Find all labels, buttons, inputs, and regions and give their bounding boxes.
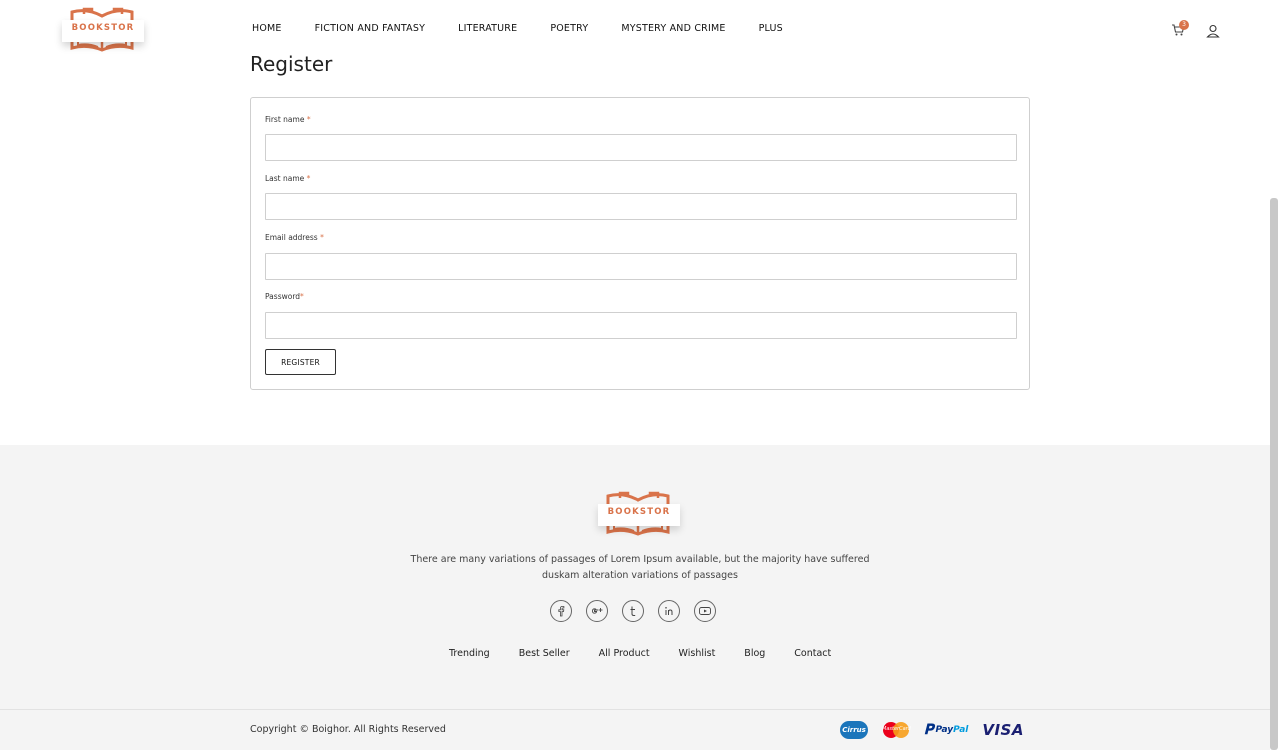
user-icon — [1206, 24, 1220, 38]
email-label: Email address * — [265, 233, 324, 242]
password-label: Password* — [265, 292, 304, 301]
required-mark: * — [306, 174, 311, 183]
youtube-link[interactable] — [694, 600, 716, 622]
site-logo[interactable]: BOOKSTOR — [62, 6, 144, 52]
site-header: BOOKSTOR HOME FICTION AND FANTASY LITERA… — [0, 0, 1280, 58]
nav-poetry[interactable]: POETRY — [550, 23, 588, 34]
required-mark: * — [306, 115, 311, 124]
linkedin-link[interactable] — [658, 600, 680, 622]
email-input[interactable] — [265, 253, 1017, 280]
google-plus-link[interactable] — [586, 600, 608, 622]
paypal-text-pal: Pal — [953, 725, 969, 735]
register-button[interactable]: REGISTER — [265, 349, 336, 375]
copyright-text: Copyright © Boighor. All Rights Reserved — [250, 724, 446, 735]
footer-logo[interactable]: BOOKSTOR — [598, 490, 680, 536]
tumblr-link[interactable] — [622, 600, 644, 622]
main-nav: HOME FICTION AND FANTASY LITERATURE POET… — [252, 23, 783, 34]
linkedin-icon — [665, 607, 673, 615]
footer-link-contact[interactable]: Contact — [794, 648, 831, 659]
payment-methods: Cirrus MasterCard 𝐏 Pay Pal VISA — [840, 721, 1024, 739]
google-plus-icon — [592, 608, 603, 614]
footer-link-all-product[interactable]: All Product — [599, 648, 650, 659]
nav-plus[interactable]: PLUS — [759, 23, 783, 34]
page-title: Register — [250, 52, 333, 76]
mastercard-text: MasterCard — [882, 726, 911, 732]
cirrus-logo: Cirrus — [840, 721, 868, 739]
page-scrollbar[interactable] — [1270, 198, 1278, 750]
facebook-link[interactable] — [550, 600, 572, 622]
email-label-text: Email address — [265, 233, 318, 242]
first-name-label-text: First name — [265, 115, 305, 124]
required-mark: * — [300, 292, 304, 301]
youtube-icon — [699, 607, 711, 615]
facebook-icon — [558, 605, 565, 617]
social-links — [550, 600, 716, 622]
footer-link-trending[interactable]: Trending — [449, 648, 490, 659]
nav-home[interactable]: HOME — [252, 23, 282, 34]
nav-literature[interactable]: LITERATURE — [458, 23, 517, 34]
tumblr-icon — [630, 606, 636, 616]
footer-link-wishlist[interactable]: Wishlist — [679, 648, 716, 659]
cart-count-badge: 3 — [1179, 20, 1189, 30]
footer-link-blog[interactable]: Blog — [744, 648, 765, 659]
cart-button[interactable]: 3 — [1171, 20, 1189, 38]
last-name-label-text: Last name — [265, 174, 305, 183]
nav-mystery-and-crime[interactable]: MYSTERY AND CRIME — [621, 23, 725, 34]
paypal-text-pay: Pay — [935, 725, 954, 735]
footer-bottom-bar: Copyright © Boighor. All Rights Reserved… — [0, 709, 1270, 750]
required-mark: * — [320, 233, 324, 242]
logo-text: BOOKSTOR — [71, 23, 135, 33]
first-name-input[interactable] — [265, 134, 1017, 161]
paypal-logo: 𝐏 Pay Pal — [924, 722, 968, 738]
password-input[interactable] — [265, 312, 1017, 339]
visa-logo: VISA — [982, 721, 1024, 739]
logo-text: BOOKSTOR — [607, 507, 671, 517]
account-button[interactable] — [1206, 23, 1220, 38]
nav-fiction-and-fantasy[interactable]: FICTION AND FANTASY — [315, 23, 425, 34]
footer-link-best-seller[interactable]: Best Seller — [519, 648, 570, 659]
password-label-text: Password — [265, 292, 301, 301]
mastercard-logo: MasterCard — [882, 721, 911, 739]
footer-links: Trending Best Seller All Product Wishlis… — [449, 648, 831, 659]
site-footer: BOOKSTOR There are many variations of pa… — [0, 445, 1270, 710]
last-name-label: Last name * — [265, 174, 310, 183]
paypal-icon: 𝐏 — [924, 722, 934, 738]
last-name-input[interactable] — [265, 193, 1017, 220]
register-form: First name * Last name * Email address *… — [250, 97, 1030, 390]
footer-description: There are many variations of passages of… — [410, 554, 870, 581]
first-name-label: First name * — [265, 115, 311, 124]
